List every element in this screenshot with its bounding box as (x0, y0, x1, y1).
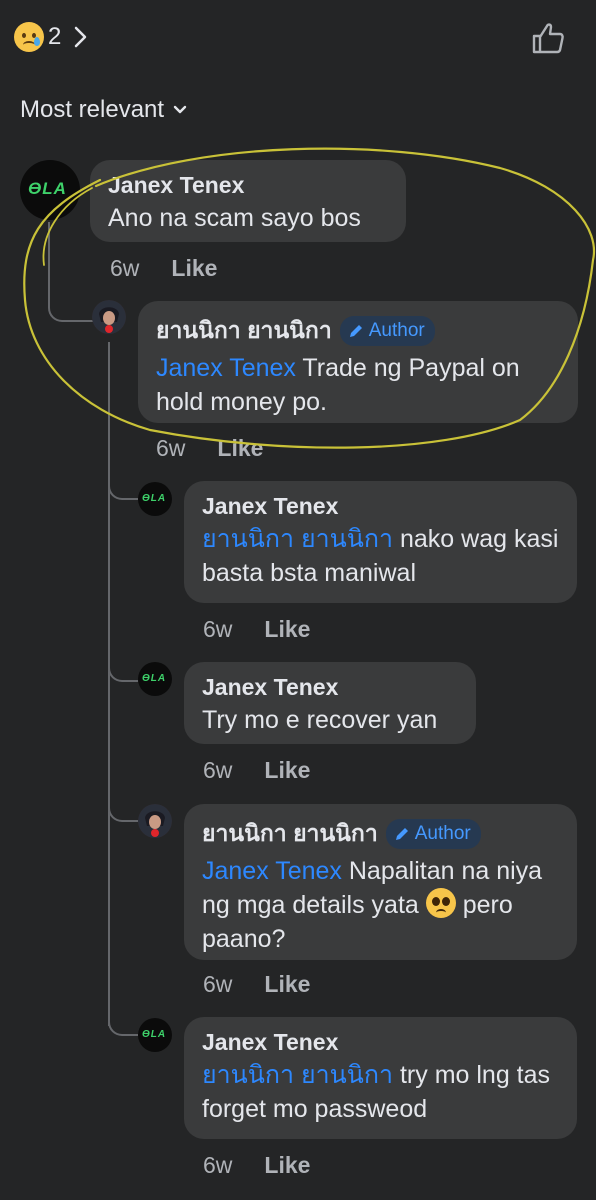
comment-text: Janex Tenex Napalitan na niya ng mga det… (202, 857, 543, 953)
avatar[interactable]: ƟLA (138, 662, 172, 696)
avatar-logo-text: ƟLA (142, 1029, 167, 1040)
avatar[interactable]: ƟLA (138, 482, 172, 516)
sad-reaction-icon (14, 22, 44, 52)
comment-bubble: ยานนิกา ยานนิกา Author Janex Tenex Napal… (184, 804, 577, 960)
sort-label: Most relevant (20, 96, 165, 123)
comment-text: Ano na scam sayo bos (108, 204, 361, 232)
thread-connector (108, 1006, 138, 1036)
comment-actions: 6w Like (203, 757, 310, 784)
commenter-name[interactable]: Janex Tenex (202, 674, 458, 701)
comment-time[interactable]: 6w (203, 757, 232, 784)
comment-bubble: Janex Tenex Try mo e recover yan (184, 662, 476, 744)
author-badge: Author (339, 316, 435, 346)
comment-text: ยานนิกา ยานนิกา try mo lng tas forget mo… (202, 1061, 551, 1123)
mention-link[interactable]: ยานนิกา ยานนิกา (202, 525, 393, 553)
comment-time[interactable]: 6w (203, 971, 232, 998)
reactions-bar: 2 (0, 0, 596, 80)
mention-link[interactable]: Janex Tenex (156, 354, 296, 382)
like-button[interactable]: Like (264, 1152, 310, 1179)
comment-actions: 6w Like (203, 616, 310, 643)
comment-actions: 6w Like (110, 255, 217, 282)
author-badge-label: Author (414, 823, 471, 844)
thumbs-up-icon[interactable] (530, 20, 566, 56)
like-button[interactable]: Like (217, 435, 263, 462)
commenter-name[interactable]: Janex Tenex (108, 172, 388, 199)
comment-bubble: Janex Tenex Ano na scam sayo bos (90, 160, 406, 242)
pleading-face-emoji-icon (425, 888, 456, 918)
like-button[interactable]: Like (171, 255, 217, 282)
thread-connector (108, 470, 138, 500)
author-badge-label: Author (368, 320, 425, 341)
thread-connector (108, 792, 138, 822)
avatar-logo-text: ƟLA (28, 179, 67, 198)
avatar[interactable] (138, 804, 172, 838)
comment-bubble: Janex Tenex ยานนิกา ยานนิกา try mo lng t… (184, 1017, 577, 1139)
like-button[interactable]: Like (264, 757, 310, 784)
reaction-count: 2 (48, 23, 62, 50)
comment-actions: 6w Like (203, 1152, 310, 1179)
commenter-name[interactable]: Janex Tenex (202, 493, 559, 520)
comment-time[interactable]: 6w (203, 1152, 232, 1179)
avatar-logo-text: ƟLA (142, 493, 167, 504)
commenter-name[interactable]: ยานนิกา ยานนิกา (156, 313, 332, 349)
comment-time[interactable]: 6w (110, 255, 139, 282)
avatar[interactable]: ƟLA (20, 160, 80, 220)
mention-link[interactable]: ยานนิกา ยานนิกา (202, 1061, 393, 1089)
pencil-icon (395, 828, 408, 840)
comment-actions: 6w Like (156, 435, 263, 462)
comment-bubble: ยานนิกา ยานนิกา Author Janex Tenex Trade… (138, 301, 578, 423)
thread-connector (48, 222, 94, 322)
pencil-icon (349, 325, 362, 337)
commenter-name[interactable]: ยานนิกา ยานนิกา (202, 816, 378, 852)
like-button[interactable]: Like (264, 616, 310, 643)
like-button[interactable]: Like (264, 971, 310, 998)
avatar[interactable]: ƟLA (138, 1018, 172, 1052)
reaction-summary[interactable]: 2 (14, 20, 93, 54)
thread-connector (108, 652, 138, 682)
comment-actions: 6w Like (203, 971, 310, 998)
profile-picture-icon (92, 300, 126, 334)
thread-line (108, 342, 110, 1026)
avatar-logo-text: ƟLA (142, 673, 167, 684)
comment-text: Janex Tenex Trade ng Paypal on hold mone… (156, 354, 520, 416)
comment-time[interactable]: 6w (156, 435, 185, 462)
profile-picture-icon (138, 804, 172, 838)
commenter-name[interactable]: Janex Tenex (202, 1029, 559, 1056)
mention-link[interactable]: Janex Tenex (202, 857, 342, 885)
avatar[interactable] (92, 300, 126, 334)
comment-text: ยานนิกา ยานนิกา nako wag kasi basta bsta… (202, 525, 559, 587)
comment-time[interactable]: 6w (203, 616, 232, 643)
comment-bubble: Janex Tenex ยานนิกา ยานนิกา nako wag kas… (184, 481, 577, 603)
chevron-right-icon (75, 26, 87, 48)
author-badge: Author (385, 819, 481, 849)
chevron-down-icon (173, 105, 187, 114)
comment-text: Try mo e recover yan (202, 706, 438, 734)
sort-dropdown[interactable]: Most relevant (20, 96, 188, 124)
